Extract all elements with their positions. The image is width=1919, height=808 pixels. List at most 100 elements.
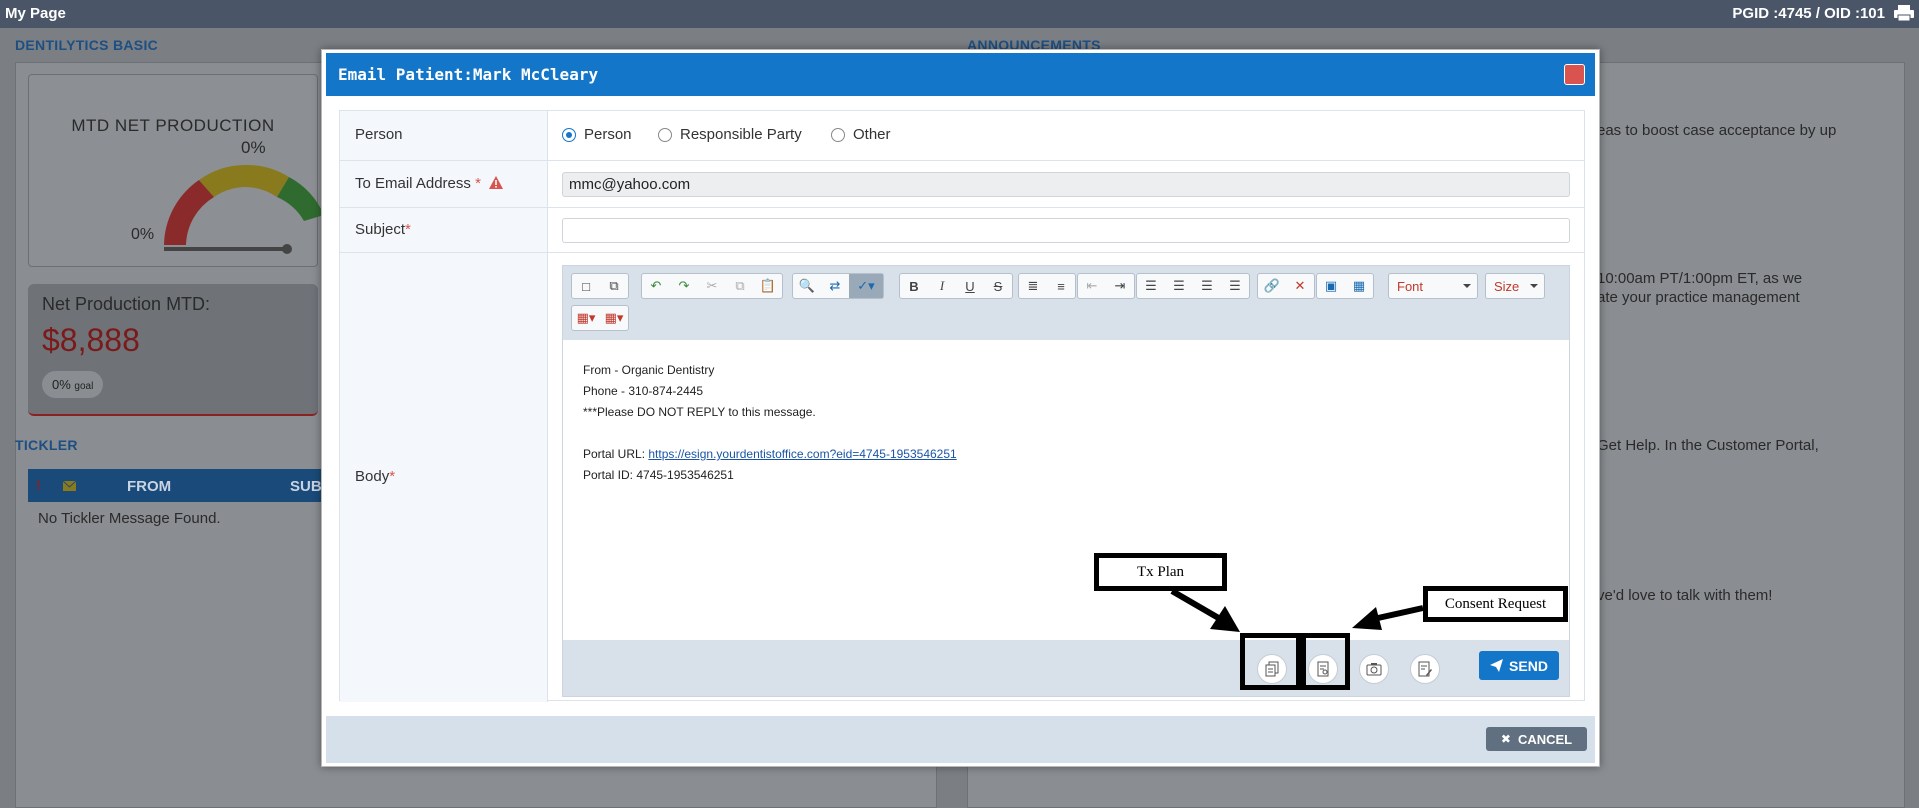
announcement-line-1: eas to boost case acceptance by up	[1597, 122, 1837, 139]
paste-icon[interactable]: 📋	[754, 274, 782, 298]
editor-toolbar: □ ⧉ ↶ ↷ ✂ ⧉ 📋 🔍 ⇄ ✓▾ B I U S ≣ ≡ ⇤ ⇥ ☰ ☰…	[563, 266, 1569, 340]
close-button[interactable]	[1564, 64, 1585, 85]
chevron-down-icon	[1530, 284, 1538, 288]
practice-ids: PGID :4745 / OID :101	[1732, 5, 1885, 22]
warning-icon	[489, 176, 504, 189]
bold-icon[interactable]: B	[900, 274, 928, 298]
tickler-col-sub[interactable]: SUB	[290, 478, 322, 495]
align-left-icon[interactable]: ☰	[1137, 274, 1165, 298]
replace-icon[interactable]: ⇄	[821, 274, 849, 298]
radio-person[interactable]: Person	[562, 126, 632, 143]
image-icon[interactable]: ▣	[1317, 274, 1345, 298]
radio-other-dot[interactable]	[831, 127, 845, 142]
cancel-button[interactable]: ✖ CANCEL	[1486, 727, 1587, 751]
goal-word: goal	[74, 381, 94, 392]
consent-request-callout-text: Consent Request	[1444, 595, 1547, 612]
undo-icon[interactable]: ↶	[642, 274, 670, 298]
body-from-line: From - Organic Dentistry	[583, 363, 715, 377]
indent-icon[interactable]: ⇥	[1106, 274, 1134, 298]
radio-other-label[interactable]: Other	[853, 126, 891, 143]
tickler-col-from[interactable]: FROM	[127, 478, 171, 495]
toolbar-group-lists: ≣ ≡	[1018, 273, 1076, 299]
tickler-title: TICKLER	[15, 437, 78, 453]
spellcheck-icon[interactable]: ✓▾	[849, 274, 883, 298]
camera-button[interactable]	[1359, 654, 1389, 684]
radio-responsible-party[interactable]: Responsible Party	[658, 126, 802, 143]
outdent-icon[interactable]: ⇤	[1078, 274, 1106, 298]
goal-badge: 0% goal	[42, 371, 104, 398]
consent-request-highlight	[1301, 633, 1350, 690]
toolbar-group-insert: ▣ ▦	[1316, 273, 1374, 299]
to-email-label-cell: To Email Address *	[340, 161, 548, 207]
printer-icon[interactable]	[1893, 4, 1915, 22]
mtd-label: MTD NET PRODUCTION	[71, 116, 275, 135]
align-justify-icon[interactable]: ☰	[1221, 274, 1249, 298]
preview-icon[interactable]: □	[572, 274, 600, 298]
subject-input[interactable]	[562, 218, 1570, 243]
announcement-line-3: ate your practice management	[1597, 289, 1800, 306]
to-email-field[interactable]: mmc@yahoo.com	[562, 172, 1570, 197]
bullet-list-icon[interactable]: ≡	[1047, 274, 1075, 298]
page-title: My Page	[5, 5, 66, 22]
radio-person-dot[interactable]	[562, 127, 576, 142]
send-button[interactable]: SEND	[1479, 651, 1559, 680]
cut-icon[interactable]: ✂	[698, 274, 726, 298]
align-right-icon[interactable]: ☰	[1193, 274, 1221, 298]
toolbar-group-doc: □ ⧉	[571, 273, 629, 299]
email-form: Person Person Responsible Party Other To…	[339, 110, 1585, 702]
size-select[interactable]: Size	[1485, 273, 1545, 299]
underline-icon[interactable]: U	[956, 274, 984, 298]
align-center-icon[interactable]: ☰	[1165, 274, 1193, 298]
goal-pct: 0%	[52, 377, 71, 392]
subject-label-cell: Subject*	[340, 208, 548, 252]
subject-label: Subject	[355, 221, 406, 238]
table-icon[interactable]: ▦	[1345, 274, 1373, 298]
text-color-icon[interactable]: ▦▾	[572, 306, 600, 330]
toolbar-group-align: ☰ ☰ ☰ ☰	[1136, 273, 1250, 299]
font-select[interactable]: Font	[1388, 273, 1478, 299]
dentilytics-title: DENTILYTICS BASIC	[15, 37, 159, 53]
required-mark: *	[475, 175, 481, 192]
radio-responsible-party-dot[interactable]	[658, 127, 672, 142]
table-grid-icon[interactable]: ▦▾	[600, 306, 628, 330]
radio-responsible-party-label[interactable]: Responsible Party	[680, 126, 802, 143]
paper-plane-icon	[1490, 659, 1504, 672]
radio-other[interactable]: Other	[831, 126, 891, 143]
edit-document-icon	[1418, 661, 1432, 677]
mtd-production-card: MTD NET PRODUCTION 0% 0%	[28, 74, 324, 267]
size-select-label[interactable]: Size	[1494, 279, 1519, 294]
radio-person-label[interactable]: Person	[584, 126, 632, 143]
editor-footer: SEND	[563, 640, 1569, 696]
strikethrough-icon[interactable]: S	[984, 274, 1012, 298]
numbered-list-icon[interactable]: ≣	[1019, 274, 1047, 298]
toolbar-group-edit: ↶ ↷ ✂ ⧉ 📋	[641, 273, 783, 299]
chevron-down-icon	[1463, 284, 1471, 288]
edit-form-button[interactable]	[1410, 654, 1440, 684]
top-bar: My Page PGID :4745 / OID :101	[0, 0, 1919, 28]
italic-icon[interactable]: I	[928, 274, 956, 298]
email-patient-modal: Email Patient:Mark McCleary Person Perso…	[321, 49, 1600, 767]
required-mark: *	[405, 221, 411, 238]
cancel-label[interactable]: CANCEL	[1518, 732, 1572, 747]
tx-plan-callout-text: Tx Plan	[1136, 563, 1185, 580]
toolbar-group-indent: ⇤ ⇥	[1077, 273, 1135, 299]
body-label: Body	[355, 468, 390, 485]
unlink-icon[interactable]: ✕	[1286, 274, 1314, 298]
to-email-row: To Email Address * mmc@yahoo.com	[340, 161, 1584, 208]
net-production-card: Net Production MTD: $8,888 0% goal	[28, 284, 318, 416]
templates-icon[interactable]: ⧉	[600, 274, 628, 298]
toolbar-group-format: B I U S	[899, 273, 1013, 299]
redo-icon[interactable]: ↷	[670, 274, 698, 298]
modal-title: Email Patient:Mark McCleary	[338, 65, 599, 84]
font-select-label[interactable]: Font	[1397, 279, 1423, 294]
to-email-label: To Email Address	[355, 175, 471, 192]
editor-body[interactable]: From - Organic Dentistry Phone - 310-874…	[563, 340, 1569, 640]
send-label[interactable]: SEND	[1509, 658, 1548, 674]
find-icon[interactable]: 🔍	[793, 274, 821, 298]
toolbar-group-link: 🔗 ✕	[1257, 273, 1315, 299]
tickler-col-alert: !	[36, 477, 41, 493]
portal-url-link[interactable]: https://esign.yourdentistoffice.com?eid=…	[648, 447, 956, 461]
link-icon[interactable]: 🔗	[1258, 274, 1286, 298]
envelope-icon	[63, 481, 76, 491]
copy-icon[interactable]: ⧉	[726, 274, 754, 298]
